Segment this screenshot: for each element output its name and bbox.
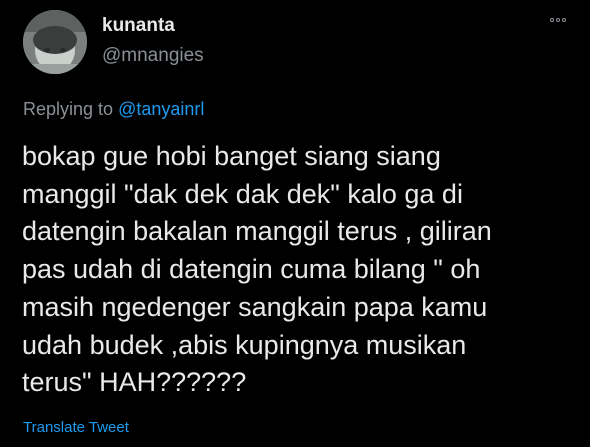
more-dot — [550, 18, 554, 22]
tweet-card: kunanta @mnangies Replying to @tanyainrl… — [0, 0, 590, 447]
more-dot — [562, 18, 566, 22]
translate-tweet-link[interactable]: Translate Tweet — [23, 419, 129, 437]
more-dot — [556, 18, 560, 22]
avatar[interactable] — [23, 10, 87, 74]
more-options-icon[interactable] — [550, 18, 566, 22]
replying-to: Replying to @tanyainrl — [23, 98, 204, 120]
tweet-text: bokap gue hobi banget siang siang manggi… — [22, 141, 492, 398]
avatar-image — [23, 10, 87, 74]
replying-mention-link[interactable]: @tanyainrl — [118, 99, 204, 119]
display-name[interactable]: kunanta — [102, 15, 204, 37]
user-handle[interactable]: @mnangies — [102, 45, 204, 67]
tweet-header: kunanta @mnangies — [102, 15, 204, 67]
replying-prefix: Replying to — [23, 99, 119, 119]
